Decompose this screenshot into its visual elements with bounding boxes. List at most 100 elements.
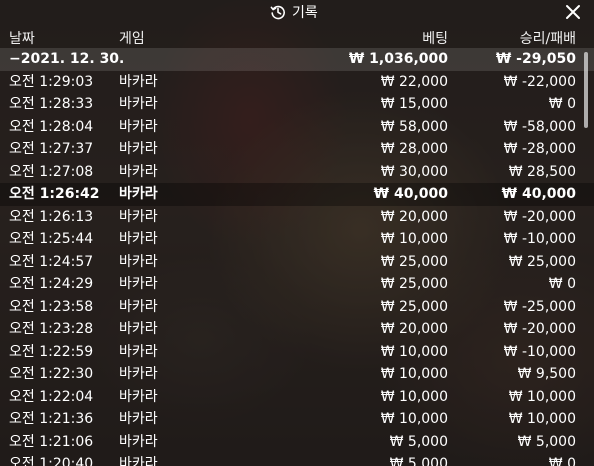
row-time: 오전 1:22:30 (9, 366, 94, 382)
row-bet: ₩ 25,000 (380, 276, 448, 292)
row-result: ₩ -58,000 (503, 118, 576, 135)
row-bet: ₩ 15,000 (380, 96, 448, 112)
row-time: 오전 1:25:44 (9, 231, 94, 247)
history-row[interactable]: 오전 1:22:30 바카라 ₩ 10,000 ₩ 9,500 (0, 363, 594, 386)
header-date[interactable]: 날짜 (9, 28, 35, 48)
history-row[interactable]: 오전 1:24:57 바카라 ₩ 25,000 ₩ 25,000 (0, 251, 594, 274)
row-game: 바카라 (119, 118, 158, 135)
row-bet: ₩ 10,000 (380, 231, 448, 247)
row-bet: ₩ 28,000 (380, 141, 448, 157)
row-bet: ₩ 25,000 (380, 298, 448, 315)
panel-title: 기록 (292, 5, 318, 21)
row-time: 오전 1:24:29 (9, 276, 94, 292)
row-bet: ₩ 20,000 (380, 321, 448, 337)
row-bet: ₩ 58,000 (380, 118, 448, 135)
row-result: ₩ 5,000 (517, 433, 576, 450)
row-game: 바카라 (119, 433, 158, 450)
row-result: ₩ 10,000 (508, 411, 576, 427)
row-result: ₩ -25,000 (503, 298, 576, 315)
row-result: ₩ 25,000 (508, 253, 576, 270)
summary-result: ₩ -29,050 (495, 51, 576, 67)
row-bet: ₩ 5,000 (389, 433, 448, 450)
row-result: ₩ 0 (548, 96, 576, 112)
row-result: ₩ 9,500 (517, 366, 576, 382)
row-time: 오전 1:28:04 (9, 118, 94, 135)
row-game: 바카라 (119, 141, 158, 157)
row-game: 바카라 (119, 276, 158, 292)
row-time: 오전 1:27:37 (9, 141, 94, 157)
row-result: ₩ -10,000 (503, 343, 576, 360)
row-bet: ₩ 10,000 (380, 411, 448, 427)
history-row[interactable]: 오전 1:20:40 바카라 ₩ 5,000 ₩ 0 (0, 453, 594, 466)
history-row[interactable]: 오전 1:23:58 바카라 ₩ 25,000 ₩ -25,000 (0, 296, 594, 319)
row-result: ₩ 10,000 (508, 388, 576, 405)
history-row[interactable]: 오전 1:22:04 바카라 ₩ 10,000 ₩ 10,000 (0, 386, 594, 409)
scrollbar-thumb[interactable] (584, 52, 588, 128)
row-game: 바카라 (119, 366, 158, 382)
summary-date: −2021. 12. 30. (9, 51, 125, 67)
row-time: 오전 1:22:59 (9, 343, 94, 360)
row-time: 오전 1:27:08 (9, 163, 94, 180)
history-row-selected[interactable]: 오전 1:26:42 바카라 ₩ 40,000 ₩ 40,000 (0, 183, 594, 206)
row-time: 오전 1:23:28 (9, 321, 94, 337)
row-game: 바카라 (119, 231, 158, 247)
header-game[interactable]: 게임 (119, 28, 145, 48)
history-row[interactable]: 오전 1:26:13 바카라 ₩ 20,000 ₩ -20,000 (0, 206, 594, 229)
row-game: 바카라 (119, 321, 158, 337)
column-header: 날짜 게임 베팅 승리/패배 (0, 26, 594, 48)
history-panel: 기록 날짜 게임 베팅 승리/패배 −2021. 12. 30. ₩ 1,036… (0, 0, 594, 466)
row-time: 오전 1:26:42 (9, 186, 100, 202)
row-result: ₩ -10,000 (503, 231, 576, 247)
row-time: 오전 1:22:04 (9, 388, 94, 405)
row-bet: ₩ 40,000 (373, 186, 448, 202)
row-result: ₩ -28,000 (503, 141, 576, 157)
summary-row[interactable]: −2021. 12. 30. ₩ 1,036,000 ₩ -29,050 (0, 48, 594, 71)
row-time: 오전 1:20:40 (9, 456, 94, 466)
row-result: ₩ 28,500 (508, 163, 576, 180)
row-time: 오전 1:21:36 (9, 411, 94, 427)
row-bet: ₩ 10,000 (380, 343, 448, 360)
row-time: 오전 1:24:57 (9, 253, 94, 270)
row-game: 바카라 (119, 388, 158, 405)
row-game: 바카라 (119, 96, 158, 112)
row-time: 오전 1:21:06 (9, 433, 94, 450)
row-game: 바카라 (119, 253, 158, 270)
row-bet: ₩ 10,000 (380, 366, 448, 382)
row-bet: ₩ 20,000 (380, 208, 448, 225)
close-icon[interactable] (564, 3, 582, 21)
row-bet: ₩ 30,000 (380, 163, 448, 180)
row-game: 바카라 (119, 208, 158, 225)
history-row[interactable]: 오전 1:28:04 바카라 ₩ 58,000 ₩ -58,000 (0, 116, 594, 139)
header-result[interactable]: 승리/패배 (520, 28, 576, 48)
row-game: 바카라 (119, 186, 158, 202)
history-row[interactable]: 오전 1:21:36 바카라 ₩ 10,000 ₩ 10,000 (0, 408, 594, 431)
history-row[interactable]: 오전 1:29:03 바카라 ₩ 22,000 ₩ -22,000 (0, 71, 594, 94)
history-row[interactable]: 오전 1:21:06 바카라 ₩ 5,000 ₩ 5,000 (0, 431, 594, 454)
row-game: 바카라 (119, 298, 158, 315)
header-bet[interactable]: 베팅 (422, 28, 448, 48)
row-game: 바카라 (119, 456, 158, 466)
history-list[interactable]: −2021. 12. 30. ₩ 1,036,000 ₩ -29,050 오전 … (0, 48, 594, 466)
summary-bet: ₩ 1,036,000 (348, 51, 448, 67)
history-row[interactable]: 오전 1:25:44 바카라 ₩ 10,000 ₩ -10,000 (0, 228, 594, 251)
row-time: 오전 1:23:58 (9, 298, 94, 315)
history-row[interactable]: 오전 1:22:59 바카라 ₩ 10,000 ₩ -10,000 (0, 341, 594, 364)
row-result: ₩ 0 (548, 456, 576, 466)
row-result: ₩ 40,000 (501, 186, 576, 202)
history-clock-icon (270, 5, 285, 20)
title-bar: 기록 (0, 0, 594, 24)
history-row[interactable]: 오전 1:23:28 바카라 ₩ 20,000 ₩ -20,000 (0, 318, 594, 341)
history-row[interactable]: 오전 1:28:33 바카라 ₩ 15,000 ₩ 0 (0, 93, 594, 116)
row-result: ₩ 0 (548, 276, 576, 292)
row-result: ₩ -20,000 (503, 208, 576, 225)
row-result: ₩ -20,000 (503, 321, 576, 337)
row-bet: ₩ 22,000 (380, 73, 448, 90)
row-result: ₩ -22,000 (503, 73, 576, 90)
row-time: 오전 1:28:33 (9, 96, 94, 112)
history-row[interactable]: 오전 1:24:29 바카라 ₩ 25,000 ₩ 0 (0, 273, 594, 296)
row-game: 바카라 (119, 163, 158, 180)
history-row[interactable]: 오전 1:27:37 바카라 ₩ 28,000 ₩ -28,000 (0, 138, 594, 161)
row-bet: ₩ 10,000 (380, 388, 448, 405)
history-row[interactable]: 오전 1:27:08 바카라 ₩ 30,000 ₩ 28,500 (0, 161, 594, 184)
row-game: 바카라 (119, 343, 158, 360)
